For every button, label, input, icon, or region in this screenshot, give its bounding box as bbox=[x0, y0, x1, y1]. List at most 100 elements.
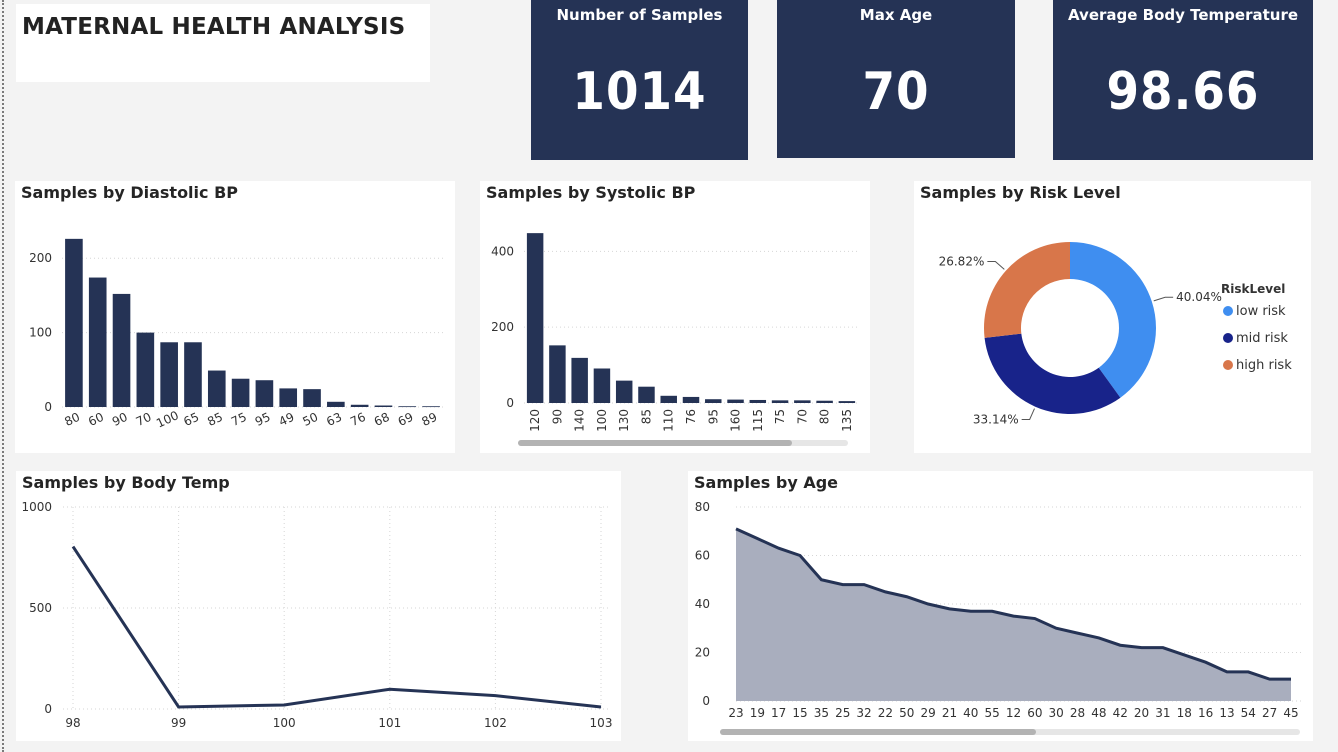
scrollbar-thumb[interactable] bbox=[720, 729, 1036, 735]
y-tick-label: 200 bbox=[491, 320, 514, 334]
x-tick-label: 76 bbox=[348, 410, 368, 429]
x-tick-label: 60 bbox=[86, 410, 106, 429]
kpi-label: Max Age bbox=[859, 6, 933, 24]
x-tick-label: 85 bbox=[205, 410, 225, 429]
x-tick-label: 140 bbox=[573, 409, 587, 432]
legend-title: RiskLevel bbox=[1221, 282, 1285, 296]
x-tick-label: 35 bbox=[814, 706, 829, 720]
x-tick-label: 100 bbox=[595, 409, 609, 432]
x-tick-label: 20 bbox=[1134, 706, 1149, 720]
bar bbox=[749, 399, 767, 403]
bar bbox=[160, 342, 178, 407]
y-tick-label: 80 bbox=[695, 500, 710, 514]
legend-marker bbox=[1223, 333, 1233, 343]
y-tick-label: 400 bbox=[491, 244, 514, 258]
x-tick-label: 80 bbox=[818, 409, 832, 424]
x-tick-label: 102 bbox=[484, 716, 507, 730]
x-tick-label: 95 bbox=[253, 410, 273, 429]
legend-label: high risk bbox=[1236, 358, 1292, 373]
x-tick-label: 130 bbox=[617, 409, 631, 432]
x-tick-label: 16 bbox=[1198, 706, 1213, 720]
bar bbox=[638, 386, 655, 403]
bar bbox=[705, 399, 722, 403]
x-tick-label: 25 bbox=[835, 706, 850, 720]
y-tick-label: 0 bbox=[44, 702, 52, 716]
x-tick-label: 15 bbox=[792, 706, 807, 720]
x-tick-label: 55 bbox=[985, 706, 1000, 720]
diastolic-bp-chart-panel[interactable]: Samples by Diastolic BP 0 100 200 80 60 90 70 1… bbox=[15, 181, 455, 453]
x-tick-label: 99 bbox=[171, 716, 186, 730]
page-left-border bbox=[2, 0, 4, 752]
x-tick-label: 103 bbox=[590, 716, 613, 730]
slice-value-label: 33.14% bbox=[973, 412, 1019, 426]
y-tick-label: 200 bbox=[29, 251, 52, 265]
age-chart-panel[interactable]: Samples by Age 0 20 40 60 80 23 19 17 15 35 25 32 22… bbox=[688, 471, 1313, 741]
x-tick-label: 70 bbox=[134, 410, 154, 429]
donut-slice bbox=[984, 333, 1121, 414]
bar bbox=[771, 400, 789, 403]
x-tick-label: 48 bbox=[1091, 706, 1106, 720]
x-tick-label: 100 bbox=[154, 408, 181, 430]
x-tick-label: 13 bbox=[1219, 706, 1234, 720]
bar bbox=[207, 370, 226, 407]
kpi-value: 70 bbox=[862, 62, 930, 122]
x-tick-label: 32 bbox=[856, 706, 871, 720]
bar bbox=[65, 238, 83, 407]
x-tick-label: 110 bbox=[662, 409, 676, 432]
scrollbar-thumb[interactable] bbox=[518, 440, 792, 446]
bar bbox=[350, 404, 369, 407]
bar bbox=[682, 396, 700, 403]
kpi-card-avg-body-temp[interactable]: Average Body Temperature 98.66 bbox=[1053, 0, 1313, 160]
body-temp-chart-panel[interactable]: Samples by Body Temp 0 500 1000 98 99 100 101 1… bbox=[16, 471, 621, 741]
x-tick-label: 27 bbox=[1262, 706, 1277, 720]
label-leader-line bbox=[987, 260, 1005, 270]
y-tick-label: 60 bbox=[695, 549, 710, 563]
bar bbox=[136, 332, 155, 407]
systolic-bp-chart-panel[interactable]: Samples by Systolic BP 0 200 400 120 90 140 10… bbox=[480, 181, 870, 453]
slice-value-label: 40.04% bbox=[1176, 290, 1222, 304]
bar bbox=[374, 405, 393, 407]
donut-slice bbox=[1070, 242, 1156, 398]
title-panel: MATERNAL HEALTH ANALYSIS bbox=[16, 4, 430, 82]
x-tick-label: 22 bbox=[878, 706, 893, 720]
x-tick-label: 21 bbox=[942, 706, 957, 720]
x-tick-label: 75 bbox=[773, 409, 787, 424]
legend-label: low risk bbox=[1236, 304, 1286, 319]
bar bbox=[816, 400, 833, 403]
x-tick-label: 69 bbox=[396, 410, 416, 429]
y-tick-label: 0 bbox=[506, 396, 514, 410]
legend-label: mid risk bbox=[1236, 331, 1288, 346]
x-tick-label: 85 bbox=[639, 409, 653, 424]
kpi-label: Number of Samples bbox=[556, 6, 723, 24]
x-tick-label: 29 bbox=[920, 706, 935, 720]
x-tick-label: 31 bbox=[1155, 706, 1170, 720]
bar bbox=[727, 399, 744, 403]
legend-marker bbox=[1223, 306, 1233, 316]
bar bbox=[279, 388, 298, 407]
x-tick-label: 54 bbox=[1241, 706, 1256, 720]
y-tick-label: 500 bbox=[29, 601, 52, 615]
x-tick-label: 63 bbox=[324, 410, 344, 429]
bar bbox=[327, 401, 345, 407]
bar bbox=[593, 368, 611, 403]
series-line bbox=[71, 545, 602, 709]
risk-level-donut-chart: 40.04% 33.14% 26.82% RiskLevel low risk mid r… bbox=[939, 242, 1292, 426]
bar bbox=[794, 400, 811, 403]
x-tick-label: 98 bbox=[65, 716, 80, 730]
bar bbox=[660, 395, 677, 403]
x-tick-label: 90 bbox=[110, 410, 130, 429]
bar bbox=[549, 345, 566, 403]
x-tick-label: 70 bbox=[795, 409, 809, 424]
slice-value-label: 26.82% bbox=[939, 254, 985, 268]
legend-marker bbox=[1223, 360, 1233, 370]
bar bbox=[88, 277, 107, 407]
y-tick-label: 0 bbox=[44, 400, 52, 414]
kpi-card-samples[interactable]: Number of Samples 1014 bbox=[531, 0, 748, 160]
x-tick-label: 76 bbox=[684, 409, 698, 424]
bar bbox=[571, 357, 588, 403]
label-leader-line bbox=[1021, 408, 1035, 420]
diastolic-bp-bar-chart: 010020080 60 90 70 100 65 85 75 95 49 50 63 76 68 69 89 bbox=[29, 238, 443, 431]
kpi-card-max-age[interactable]: Max Age 70 bbox=[777, 0, 1015, 158]
risk-level-chart-panel[interactable]: Samples by Risk Level 40.04% 33.14% 26.82%… bbox=[914, 181, 1311, 453]
x-tick-label: 17 bbox=[771, 706, 786, 720]
